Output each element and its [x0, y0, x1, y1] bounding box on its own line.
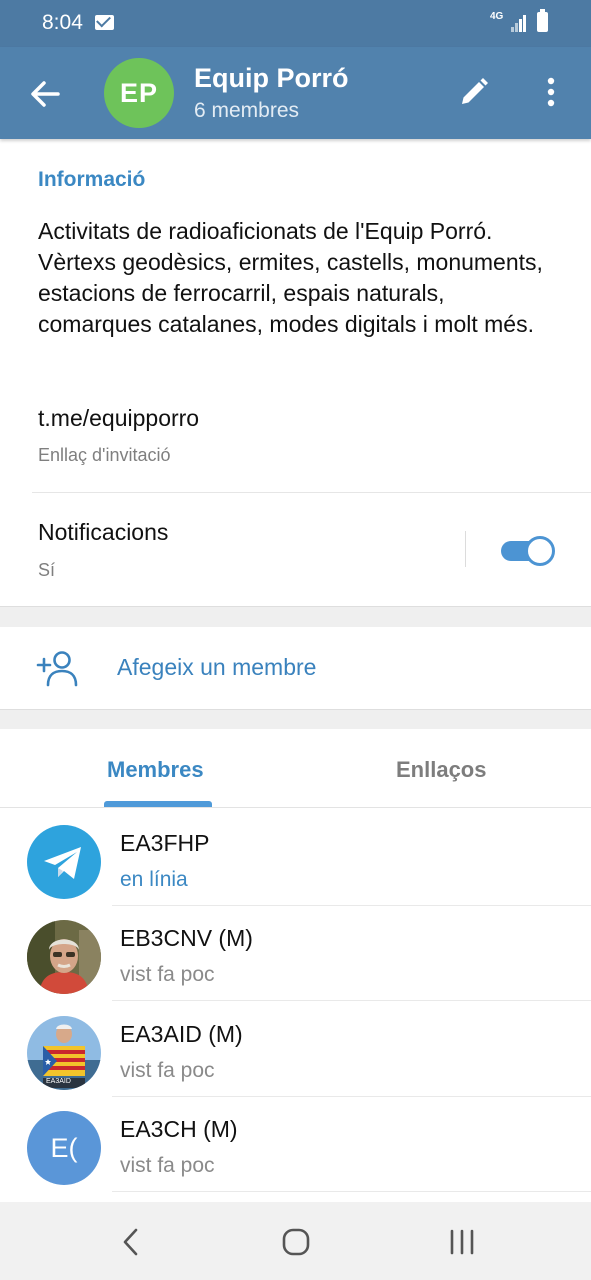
group-description: Activitats de radioaficionats de l'Equip…: [38, 218, 543, 337]
add-member-row[interactable]: Afegeix un membre: [0, 627, 591, 709]
member-row[interactable]: EA3AID EA3AID (M) vist fa poc: [0, 1002, 591, 1097]
notifications-value: Sí: [38, 560, 56, 580]
vertical-separator: [465, 531, 466, 567]
member-name: EA3FHP: [120, 830, 210, 856]
member-status: vist fa poc: [120, 1154, 215, 1177]
divider: [32, 492, 591, 493]
nav-recents-button[interactable]: [442, 1224, 482, 1260]
section-gap: [0, 606, 591, 627]
back-button[interactable]: [22, 71, 68, 117]
nav-back-button[interactable]: [112, 1224, 152, 1260]
group-avatar[interactable]: EP: [104, 58, 174, 128]
app-bar: EP Equip Porró 6 membres: [0, 47, 591, 139]
invite-link[interactable]: t.me/equipporro: [38, 405, 199, 432]
info-section-label: Informació: [38, 168, 146, 191]
system-navigation-bar: [0, 1202, 591, 1280]
avatar: [27, 920, 101, 994]
add-member-label: Afegeix un membre: [117, 654, 317, 680]
edit-button[interactable]: [455, 73, 493, 111]
more-options-button[interactable]: [534, 71, 568, 113]
pencil-icon: [462, 78, 488, 104]
member-row[interactable]: E( EA3CH (M) vist fa poc: [0, 1097, 591, 1192]
member-row[interactable]: EA3FHP en línia: [0, 811, 591, 906]
recent-apps-icon: [450, 1229, 474, 1255]
member-name: EA3CH (M): [120, 1116, 238, 1142]
tabs-bar: Membres Enllaços: [0, 729, 591, 808]
mail-icon: [95, 15, 114, 30]
telegram-logo-icon: [27, 825, 101, 899]
member-status: vist fa poc: [120, 963, 215, 986]
notifications-title[interactable]: Notificacions: [38, 519, 168, 546]
tab-members[interactable]: Membres: [107, 757, 204, 783]
status-bar: 8:04 4G: [0, 0, 591, 47]
arrow-left-icon: [31, 81, 60, 107]
home-icon: [282, 1228, 310, 1256]
avatar: E(: [27, 1111, 101, 1185]
avatar-caption: EA3AID: [46, 1078, 71, 1085]
member-status: en línia: [120, 868, 188, 891]
invite-link-caption: Enllaç d'invitació: [38, 445, 171, 465]
tab-links[interactable]: Enllaços: [396, 757, 486, 783]
member-row[interactable]: EB3CNV (M) vist fa poc: [0, 906, 591, 1001]
member-name: EB3CNV (M): [120, 925, 253, 951]
member-count: 6 membres: [194, 99, 300, 122]
status-time: 8:04: [42, 11, 83, 34]
nav-home-button[interactable]: [276, 1224, 316, 1260]
chevron-left-icon: [123, 1228, 138, 1256]
network-type: 4G: [490, 11, 504, 22]
member-status: vist fa poc: [120, 1059, 215, 1082]
more-vertical-icon: [547, 77, 555, 107]
member-name: EA3AID (M): [120, 1021, 243, 1047]
section-gap: [0, 709, 591, 729]
avatar: EA3AID: [27, 1016, 101, 1090]
battery-icon: [537, 9, 548, 32]
active-tab-indicator: [104, 801, 212, 807]
add-user-icon: [36, 651, 78, 687]
notifications-toggle[interactable]: [499, 536, 555, 566]
signal-icon: [511, 14, 527, 32]
group-title: Equip Porró: [194, 63, 349, 93]
